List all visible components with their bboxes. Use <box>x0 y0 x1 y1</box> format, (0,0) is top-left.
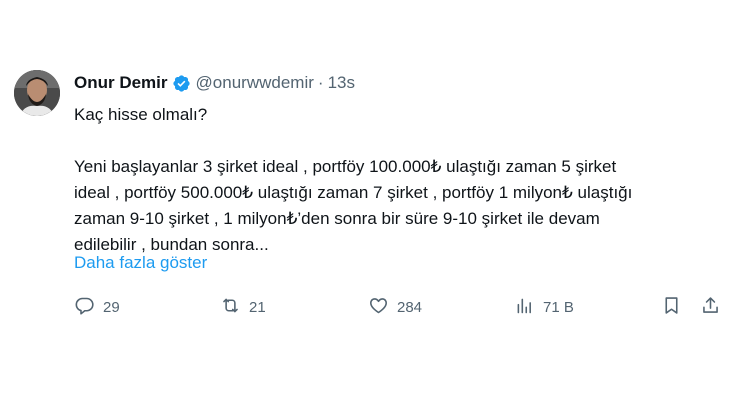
show-more-link[interactable]: Daha fazla göster <box>74 253 207 273</box>
views-button[interactable]: 71 B <box>514 292 574 322</box>
share-button[interactable] <box>700 292 721 322</box>
avatar[interactable] <box>14 70 60 116</box>
author-handle[interactable]: @onurwwdemir <box>196 73 314 93</box>
tweet-text: Kaç hisse olmalı? Yeni başlayanlar 3 şir… <box>74 102 714 258</box>
timestamp[interactable]: 13s <box>328 73 355 93</box>
retweet-icon <box>220 295 241 320</box>
retweet-count: 21 <box>249 298 266 316</box>
bookmark-button[interactable] <box>661 292 682 322</box>
separator-dot: · <box>317 73 324 92</box>
share-icon <box>700 295 721 320</box>
tweet-body-line: Yeni başlayanlar 3 şirket ideal , portfö… <box>74 157 617 176</box>
like-icon <box>368 295 389 320</box>
tweet-body-line: zaman 9-10 şirket , 1 milyon₺’den sonra … <box>74 209 600 228</box>
tweet-title-line: Kaç hisse olmalı? <box>74 105 208 124</box>
views-count: 71 B <box>543 298 574 316</box>
author-name[interactable]: Onur Demir <box>74 73 168 93</box>
retweet-button[interactable]: 21 <box>220 292 266 322</box>
tweet-card: Onur Demir @onurwwdemir · 13s Kaç hisse … <box>0 0 730 420</box>
like-count: 284 <box>397 298 423 316</box>
views-icon <box>514 295 535 320</box>
verified-badge-icon <box>172 74 191 93</box>
tweet-header: Onur Demir @onurwwdemir · 13s <box>74 72 355 94</box>
tweet-actions: 29 21 284 71 B <box>74 292 724 322</box>
reply-button[interactable]: 29 <box>74 292 120 322</box>
avatar-photo <box>14 70 60 116</box>
tweet-body-line: ideal , portföy 500.000₺ ulaştığı zaman … <box>74 183 633 202</box>
reply-count: 29 <box>103 298 120 316</box>
like-button[interactable]: 284 <box>368 292 422 322</box>
reply-icon <box>74 295 95 320</box>
bookmark-icon <box>661 295 682 320</box>
